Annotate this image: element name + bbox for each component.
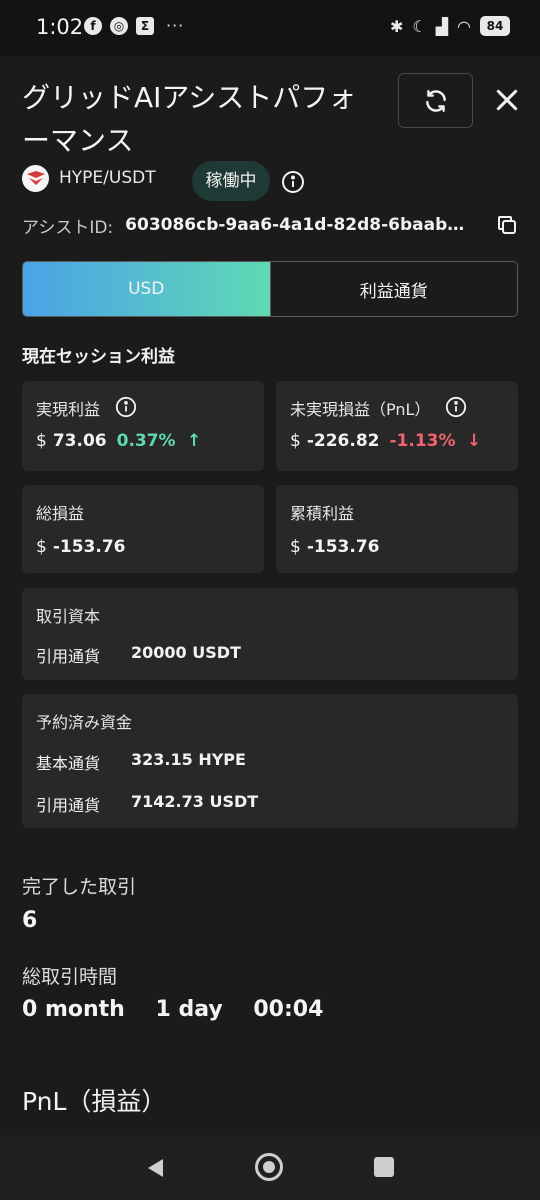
total-pnl-label: 総損益 [36,504,85,523]
total-trading-time-label: 総取引時間 [22,966,118,988]
realized-profit-label: 実現利益 [36,400,101,419]
currency-toggle: USD 利益通貨 [22,261,518,317]
trading-capital-card: 取引資本 引用通貨 20000 USDT [22,588,518,680]
total-pnl-value: $ -153.76 [36,537,126,557]
refresh-button[interactable] [398,73,473,128]
page-title: グリッドAIアシストパフォーマンス [22,81,357,157]
status-badge: 稼働中 [192,161,270,201]
wifi-icon: ◠ [457,16,471,36]
recents-icon[interactable] [374,1157,394,1177]
info-icon[interactable] [445,396,467,418]
trading-pair: HYPE/USDT [22,160,156,196]
toggle-profit-currency[interactable]: 利益通貨 [269,262,518,316]
realized-profit-card: 実現利益 $73.06 0.37% ↑ [22,381,264,471]
completed-trades-value: 6 [22,908,38,933]
realized-profit-value: $73.06 0.37% ↑ [36,431,202,451]
info-icon[interactable] [115,396,137,418]
battery-icon: 84 [480,16,510,36]
cumulative-profit-label: 累積利益 [290,504,355,523]
assist-id-row: アシストID: 603086cb-9aa6-4a1d-82d8-6baab1..… [22,210,522,240]
unrealized-pnl-percent: -1.13% [389,431,456,451]
hype-coin-icon [22,164,49,192]
more-notifications-icon: ··· [166,16,185,35]
info-icon[interactable] [281,170,305,194]
total-pnl-card: 総損益 $ -153.76 [22,485,264,573]
unrealized-pnl-value: $ -226.82 -1.13% ↓ [290,431,482,451]
status-time: 1:02 [36,15,84,39]
copy-icon[interactable] [495,213,519,237]
back-icon[interactable] [145,1157,165,1179]
cumulative-profit-value: $ -153.76 [290,537,380,557]
realized-profit-percent: 0.37% [116,431,176,451]
status-bar: 1:02 f ◎ Σ ··· ✱ ☾ ▟ ◠ 84 [0,0,540,56]
completed-trades-label: 完了した取引 [22,876,137,898]
assist-id-value: 603086cb-9aa6-4a1d-82d8-6baab1... [125,215,476,235]
refresh-icon [425,89,446,112]
pnl-section-title: PnL（損益） [22,1087,167,1116]
bluetooth-icon: ✱ [389,16,404,36]
arrow-up-icon: ↑ [187,431,202,451]
arrow-down-icon: ↓ [466,431,482,451]
reserved-quote-row: 引用通貨 7142.73 USDT [36,792,259,815]
cumulative-profit-card: 累積利益 $ -153.76 [276,485,518,573]
reserved-base-row: 基本通貨 323.15 HYPE [36,750,246,773]
system-icons: ✱ ☾ ▟ ◠ 84 [390,16,510,36]
unrealized-pnl-label: 未実現損益（PnL） [290,400,431,419]
chrome-icon: ◎ [110,16,128,35]
assist-id-label: アシストID: [22,217,114,238]
capital-quote-row: 引用通貨 20000 USDT [36,643,241,666]
do-not-disturb-icon: ☾ [412,16,427,36]
session-profit-title: 現在セッション利益 [22,347,175,367]
system-nav-bar [0,1135,540,1200]
reserved-funds-card: 予約済み資金 基本通貨 323.15 HYPE 引用通貨 7142.73 USD… [22,694,518,828]
total-trading-time-value: 0 month 1 day 00:04 [22,997,324,1022]
pair-label: HYPE/USDT [59,168,156,188]
close-icon [496,89,518,111]
app-icon: Σ [136,16,154,35]
signal-icon: ▟ [435,16,449,36]
home-icon[interactable] [255,1153,283,1181]
notification-icons: f ◎ Σ ··· [84,16,184,35]
toggle-usd[interactable]: USD [23,262,270,316]
close-button[interactable] [490,83,524,117]
trading-capital-label: 取引資本 [36,607,101,626]
facebook-icon: f [84,16,102,35]
unrealized-pnl-card: 未実現損益（PnL） $ -226.82 -1.13% ↓ [276,381,518,471]
reserved-funds-label: 予約済み資金 [36,713,133,732]
